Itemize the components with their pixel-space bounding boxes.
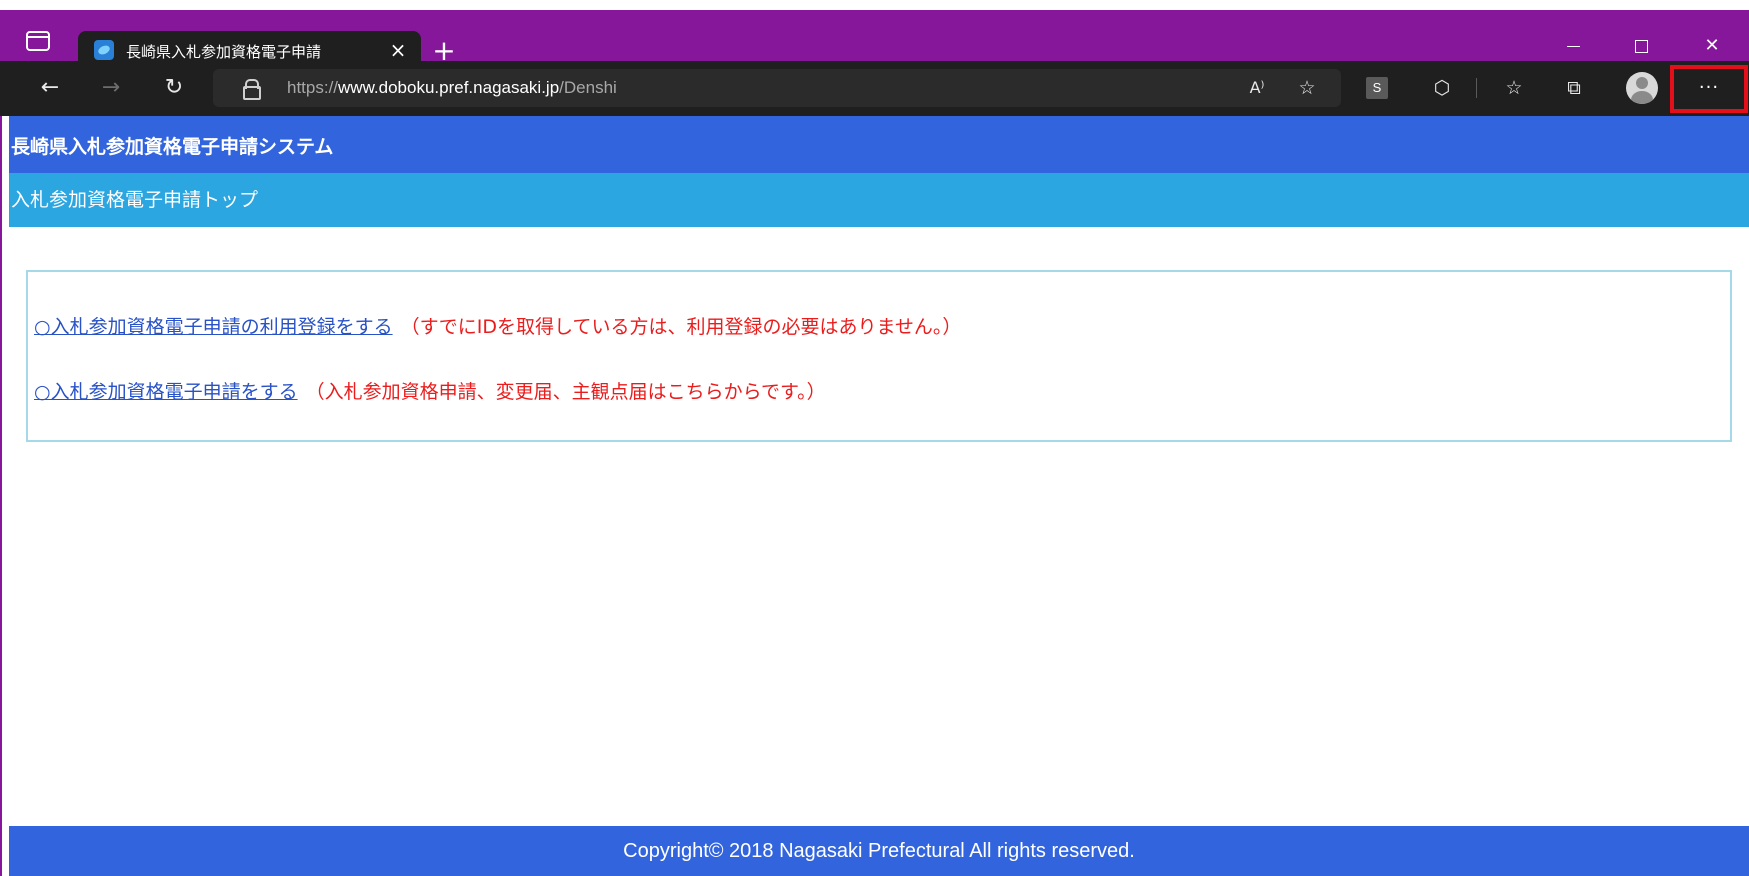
collections-icon[interactable]: ⧉: [1560, 74, 1588, 102]
maximize-button[interactable]: [1621, 34, 1661, 58]
refresh-icon[interactable]: ↻: [160, 74, 188, 102]
browser-toolbar: ← → ↻ https://www.doboku.pref.nagasaki.j…: [0, 61, 1749, 116]
page-left-edge: [0, 116, 9, 876]
apply-link[interactable]: ○入札参加資格電子申請をする: [34, 381, 298, 403]
favorites-icon[interactable]: ☆: [1500, 74, 1528, 102]
menu-item-register: ○入札参加資格電子申請の利用登録をする （すでにIDを取得している方は、利用登録の…: [34, 312, 961, 339]
more-options-button[interactable]: ···: [1670, 65, 1748, 113]
register-link[interactable]: ○入札参加資格電子申請の利用登録をする: [34, 316, 393, 338]
menu-box: ○入札参加資格電子申請の利用登録をする （すでにIDを取得している方は、利用登録の…: [26, 270, 1732, 442]
page-subtitle: 入札参加資格電子申請トップ: [9, 173, 1749, 227]
tab-title: 長崎県入札参加資格電子申請: [126, 43, 322, 61]
apply-note: （入札参加資格申請、変更届、主観点届はこちらからです。）: [305, 381, 826, 403]
add-favorite-icon[interactable]: ☆: [1293, 74, 1321, 102]
menu-item-apply: ○入札参加資格電子申請をする （入札参加資格申請、変更届、主観点届はこちらからです…: [34, 377, 826, 404]
profile-icon[interactable]: [1626, 72, 1658, 104]
footer-copyright: Copyright© 2018 Nagasaki Prefectural All…: [9, 826, 1749, 876]
tab-actions-icon[interactable]: [26, 31, 50, 51]
minimize-button[interactable]: [1553, 34, 1593, 58]
url-text[interactable]: https://www.doboku.pref.nagasaki.jp/Dens…: [287, 78, 617, 98]
browser-tab-bar: 長崎県入札参加資格電子申請 × + ✕: [0, 10, 1749, 71]
tab-close-button[interactable]: ×: [386, 38, 410, 62]
lock-icon[interactable]: [243, 79, 261, 100]
close-window-button[interactable]: ✕: [1692, 34, 1732, 58]
system-title: 長崎県入札参加資格電子申請システム: [9, 116, 1749, 173]
toolbar-divider: [1476, 78, 1477, 98]
read-aloud-icon[interactable]: A⁾: [1243, 74, 1271, 102]
favicon-icon: [94, 40, 114, 60]
forward-icon[interactable]: →: [97, 74, 125, 102]
back-icon[interactable]: ←: [36, 74, 64, 102]
register-note: （すでにIDを取得している方は、利用登録の必要はありません。）: [400, 316, 962, 338]
address-bar[interactable]: https://www.doboku.pref.nagasaki.jp/Dens…: [213, 69, 1341, 107]
extension-s-icon[interactable]: S: [1366, 77, 1388, 99]
extensions-icon[interactable]: ⬡: [1428, 74, 1456, 102]
